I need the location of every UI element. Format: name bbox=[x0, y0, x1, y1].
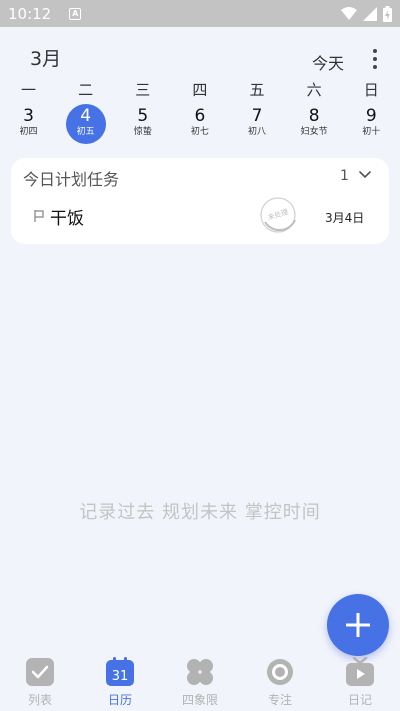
tab-label: 列表 bbox=[27, 693, 52, 707]
tab-label: 日记 bbox=[347, 693, 372, 707]
tab-label: 日历 bbox=[107, 693, 132, 707]
task-count: 1 bbox=[340, 168, 349, 184]
lunar-date: 妇女节 bbox=[300, 127, 328, 137]
wifi-icon bbox=[341, 6, 357, 20]
weekday-label: 二 bbox=[78, 81, 94, 99]
date-number: 8 bbox=[308, 106, 320, 126]
status-time: 10:12 bbox=[8, 4, 52, 23]
weekday-label: 日 bbox=[363, 81, 379, 99]
lunar-date: 惊蛰 bbox=[133, 127, 152, 137]
month-label[interactable]: 3月 bbox=[30, 44, 61, 71]
task-title: 干饭 bbox=[50, 209, 84, 229]
tab-quadrant[interactable]: 四象限 bbox=[160, 650, 240, 711]
lunar-date: 初十 bbox=[362, 127, 381, 137]
date-cell-selected[interactable]: 4 初五 bbox=[57, 104, 114, 146]
card-title: 今日计划任务 bbox=[23, 170, 120, 189]
date-cell[interactable]: 9 初十 bbox=[343, 104, 400, 146]
lunar-date: 初五 bbox=[76, 127, 95, 137]
notification-a-icon: A bbox=[69, 7, 82, 20]
date-number: 3 bbox=[23, 106, 34, 126]
more-options-icon[interactable] bbox=[366, 48, 384, 70]
calendar-icon-day: 31 bbox=[112, 669, 129, 684]
date-cell[interactable]: 6 初七 bbox=[171, 104, 228, 146]
four-quadrant-icon bbox=[187, 659, 213, 685]
lunar-date: 初七 bbox=[190, 127, 209, 137]
month-header: 3月 今天 bbox=[0, 40, 400, 76]
weekday-label: 一 bbox=[21, 81, 37, 99]
tab-label: 四象限 bbox=[181, 693, 218, 707]
tab-list[interactable]: 列表 bbox=[0, 650, 80, 711]
task-date: 3月4日 bbox=[325, 211, 365, 225]
unprocessed-stamp-icon: 未处理 bbox=[260, 197, 296, 233]
status-icons bbox=[341, 5, 392, 22]
add-task-button[interactable] bbox=[327, 594, 389, 656]
weekday-label: 三 bbox=[135, 81, 151, 99]
bottom-tab-bar: 列表 31 日历 四象限 专注 日记 bbox=[0, 650, 400, 711]
tab-diary[interactable]: 日记 bbox=[320, 650, 400, 711]
date-number: 6 bbox=[194, 106, 206, 126]
weekday-label: 四 bbox=[192, 81, 208, 99]
check-square-icon bbox=[26, 658, 54, 686]
status-bar: 10:12 A bbox=[0, 0, 400, 27]
date-cell[interactable]: 7 初八 bbox=[229, 104, 286, 146]
weekday-row: 一 二 三 四 五 六 日 bbox=[0, 79, 400, 99]
lunar-date: 初四 bbox=[19, 127, 38, 137]
battery-icon bbox=[383, 5, 392, 22]
lunar-date: 初八 bbox=[248, 127, 267, 137]
week-date-row: 3 初四 4 初五 5 惊蛰 6 初七 7 初八 8 妇女节 9 初十 bbox=[0, 104, 400, 146]
diary-tv-icon bbox=[346, 657, 374, 686]
date-cell[interactable]: 8 妇女节 bbox=[286, 104, 343, 146]
tab-calendar[interactable]: 31 日历 bbox=[80, 650, 160, 711]
flag-icon bbox=[34, 210, 44, 222]
chevron-down-icon[interactable] bbox=[356, 168, 374, 182]
weekday-label: 五 bbox=[249, 81, 265, 99]
today-tasks-card: 今日计划任务 1 干饭 未处理 3月4日 bbox=[11, 158, 389, 244]
date-number: 7 bbox=[251, 106, 263, 126]
signal-icon bbox=[363, 6, 377, 21]
today-button[interactable]: 今天 bbox=[312, 50, 344, 74]
task-row[interactable]: 干饭 未处理 3月4日 bbox=[11, 197, 389, 234]
focus-target-icon bbox=[267, 659, 293, 685]
calendar-icon: 31 bbox=[106, 657, 134, 686]
empty-hint-text: 记录过去 规划未来 掌控时间 bbox=[79, 502, 321, 523]
date-number: 9 bbox=[365, 106, 377, 126]
date-cell[interactable]: 5 惊蛰 bbox=[114, 104, 171, 146]
date-cell[interactable]: 3 初四 bbox=[0, 104, 57, 146]
weekday-label: 六 bbox=[306, 81, 322, 99]
date-number: 4 bbox=[80, 106, 92, 126]
tab-label: 专注 bbox=[267, 693, 292, 707]
stamp-text: 未处理 bbox=[266, 207, 289, 222]
date-number: 5 bbox=[137, 106, 149, 126]
tab-focus[interactable]: 专注 bbox=[240, 650, 320, 711]
